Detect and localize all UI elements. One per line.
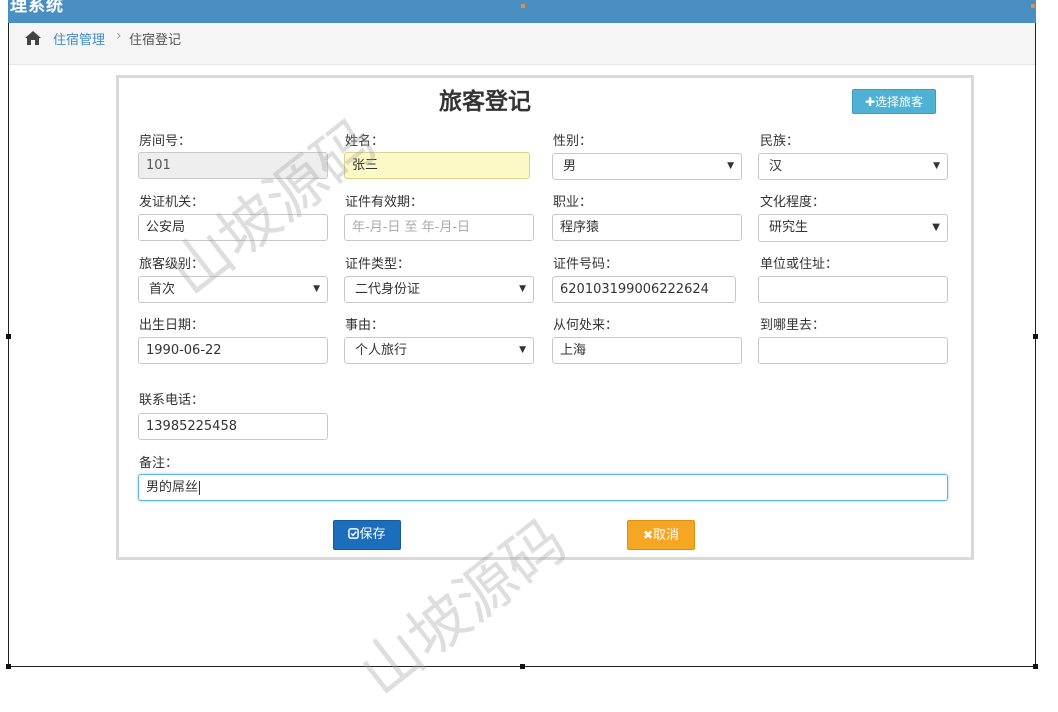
resize-marker <box>1031 4 1035 8</box>
issuer-field[interactable]: 公安局 <box>138 214 328 241</box>
cancel-button-label: 取消 <box>653 528 680 543</box>
birth-date-field[interactable]: 1990-06-22 <box>138 337 328 364</box>
guest-level-select[interactable]: 首次 ▼ <box>138 276 328 303</box>
gender-value: 男 <box>563 159 577 174</box>
breadcrumb-current: 住宿登记 <box>129 33 182 48</box>
reason-value: 个人旅行 <box>355 343 408 358</box>
id-validity-field[interactable]: 年-月-日 至 年-月-日 <box>344 214 534 241</box>
education-label: 文化程度： <box>760 195 826 210</box>
save-button[interactable]: 保存 <box>333 520 401 550</box>
gender-select[interactable]: 男 ▼ <box>552 153 742 180</box>
occupation-field[interactable]: 程序猿 <box>552 214 742 241</box>
resize-handle[interactable] <box>1033 334 1038 339</box>
gender-label: 性别： <box>553 134 593 149</box>
ethnicity-value: 汉 <box>769 159 783 174</box>
name-label: 姓名： <box>345 134 385 149</box>
came-from-label: 从何处来： <box>553 318 619 333</box>
check-square-icon <box>348 528 360 539</box>
occupation-label: 职业： <box>553 195 593 210</box>
employer-address-field[interactable] <box>758 276 948 303</box>
room-no-label: 房间号： <box>139 134 192 149</box>
guest-level-value: 首次 <box>149 282 176 297</box>
app-title: 理系统 <box>10 0 64 16</box>
save-button-label: 保存 <box>359 527 386 542</box>
id-number-field[interactable]: 620103199006222624 <box>552 276 736 303</box>
phone-label: 联系电话： <box>139 393 205 408</box>
chevron-down-icon: ▼ <box>313 284 320 294</box>
resize-handle[interactable] <box>520 664 525 669</box>
resize-handle[interactable] <box>6 664 11 669</box>
id-type-value: 二代身份证 <box>355 282 421 297</box>
chevron-down-icon: ▼ <box>933 161 940 171</box>
came-from-field[interactable]: 上海 <box>552 337 742 364</box>
reason-select[interactable]: 个人旅行 ▼ <box>344 337 534 364</box>
ethnicity-label: 民族： <box>760 134 800 149</box>
chevron-down-icon: ▼ <box>932 222 940 233</box>
going-to-label: 到哪里去： <box>760 318 826 333</box>
room-no-field[interactable]: 101 <box>138 152 328 179</box>
cancel-button[interactable]: ✖取消 <box>627 520 695 550</box>
chevron-down-icon: ▼ <box>519 345 526 355</box>
resize-handle[interactable] <box>6 334 11 339</box>
id-validity-label: 证件有效期： <box>345 195 424 210</box>
reason-label: 事由： <box>345 318 385 333</box>
chevron-down-icon: ▼ <box>519 284 526 294</box>
remarks-value: 男的屌丝 <box>146 480 199 495</box>
phone-field[interactable]: 13985225458 <box>138 413 328 440</box>
breadcrumb-separator: › <box>116 28 122 44</box>
issuer-label: 发证机关： <box>139 195 205 210</box>
form-title: 旅客登记 <box>439 89 531 115</box>
birth-date-label: 出生日期： <box>139 318 205 333</box>
id-type-select[interactable]: 二代身份证 ▼ <box>344 276 534 303</box>
name-field[interactable]: 张三 <box>344 152 530 179</box>
remarks-field[interactable]: 男的屌丝 <box>138 474 948 501</box>
going-to-field[interactable] <box>758 337 948 364</box>
home-icon[interactable] <box>24 30 42 46</box>
chevron-down-icon: ▼ <box>727 161 734 171</box>
education-select[interactable]: 研究生 ▼ <box>758 214 948 242</box>
close-icon: ✖ <box>642 528 654 542</box>
education-value: 研究生 <box>769 220 809 235</box>
select-guest-button[interactable]: ✚选择旅客 <box>852 89 936 114</box>
guest-level-label: 旅客级别： <box>139 257 205 272</box>
breadcrumb: 住宿管理 › 住宿登记 <box>9 23 1035 65</box>
resize-marker <box>521 4 525 8</box>
employer-address-label: 单位或住址： <box>760 257 839 272</box>
breadcrumb-link-lodging[interactable]: 住宿管理 <box>53 29 105 48</box>
remarks-label: 备注： <box>139 456 179 471</box>
resize-handle[interactable] <box>1033 664 1038 669</box>
id-type-label: 证件类型： <box>345 257 411 272</box>
text-cursor <box>199 480 201 495</box>
ethnicity-select[interactable]: 汉 ▼ <box>758 153 948 180</box>
id-number-label: 证件号码： <box>553 257 619 272</box>
